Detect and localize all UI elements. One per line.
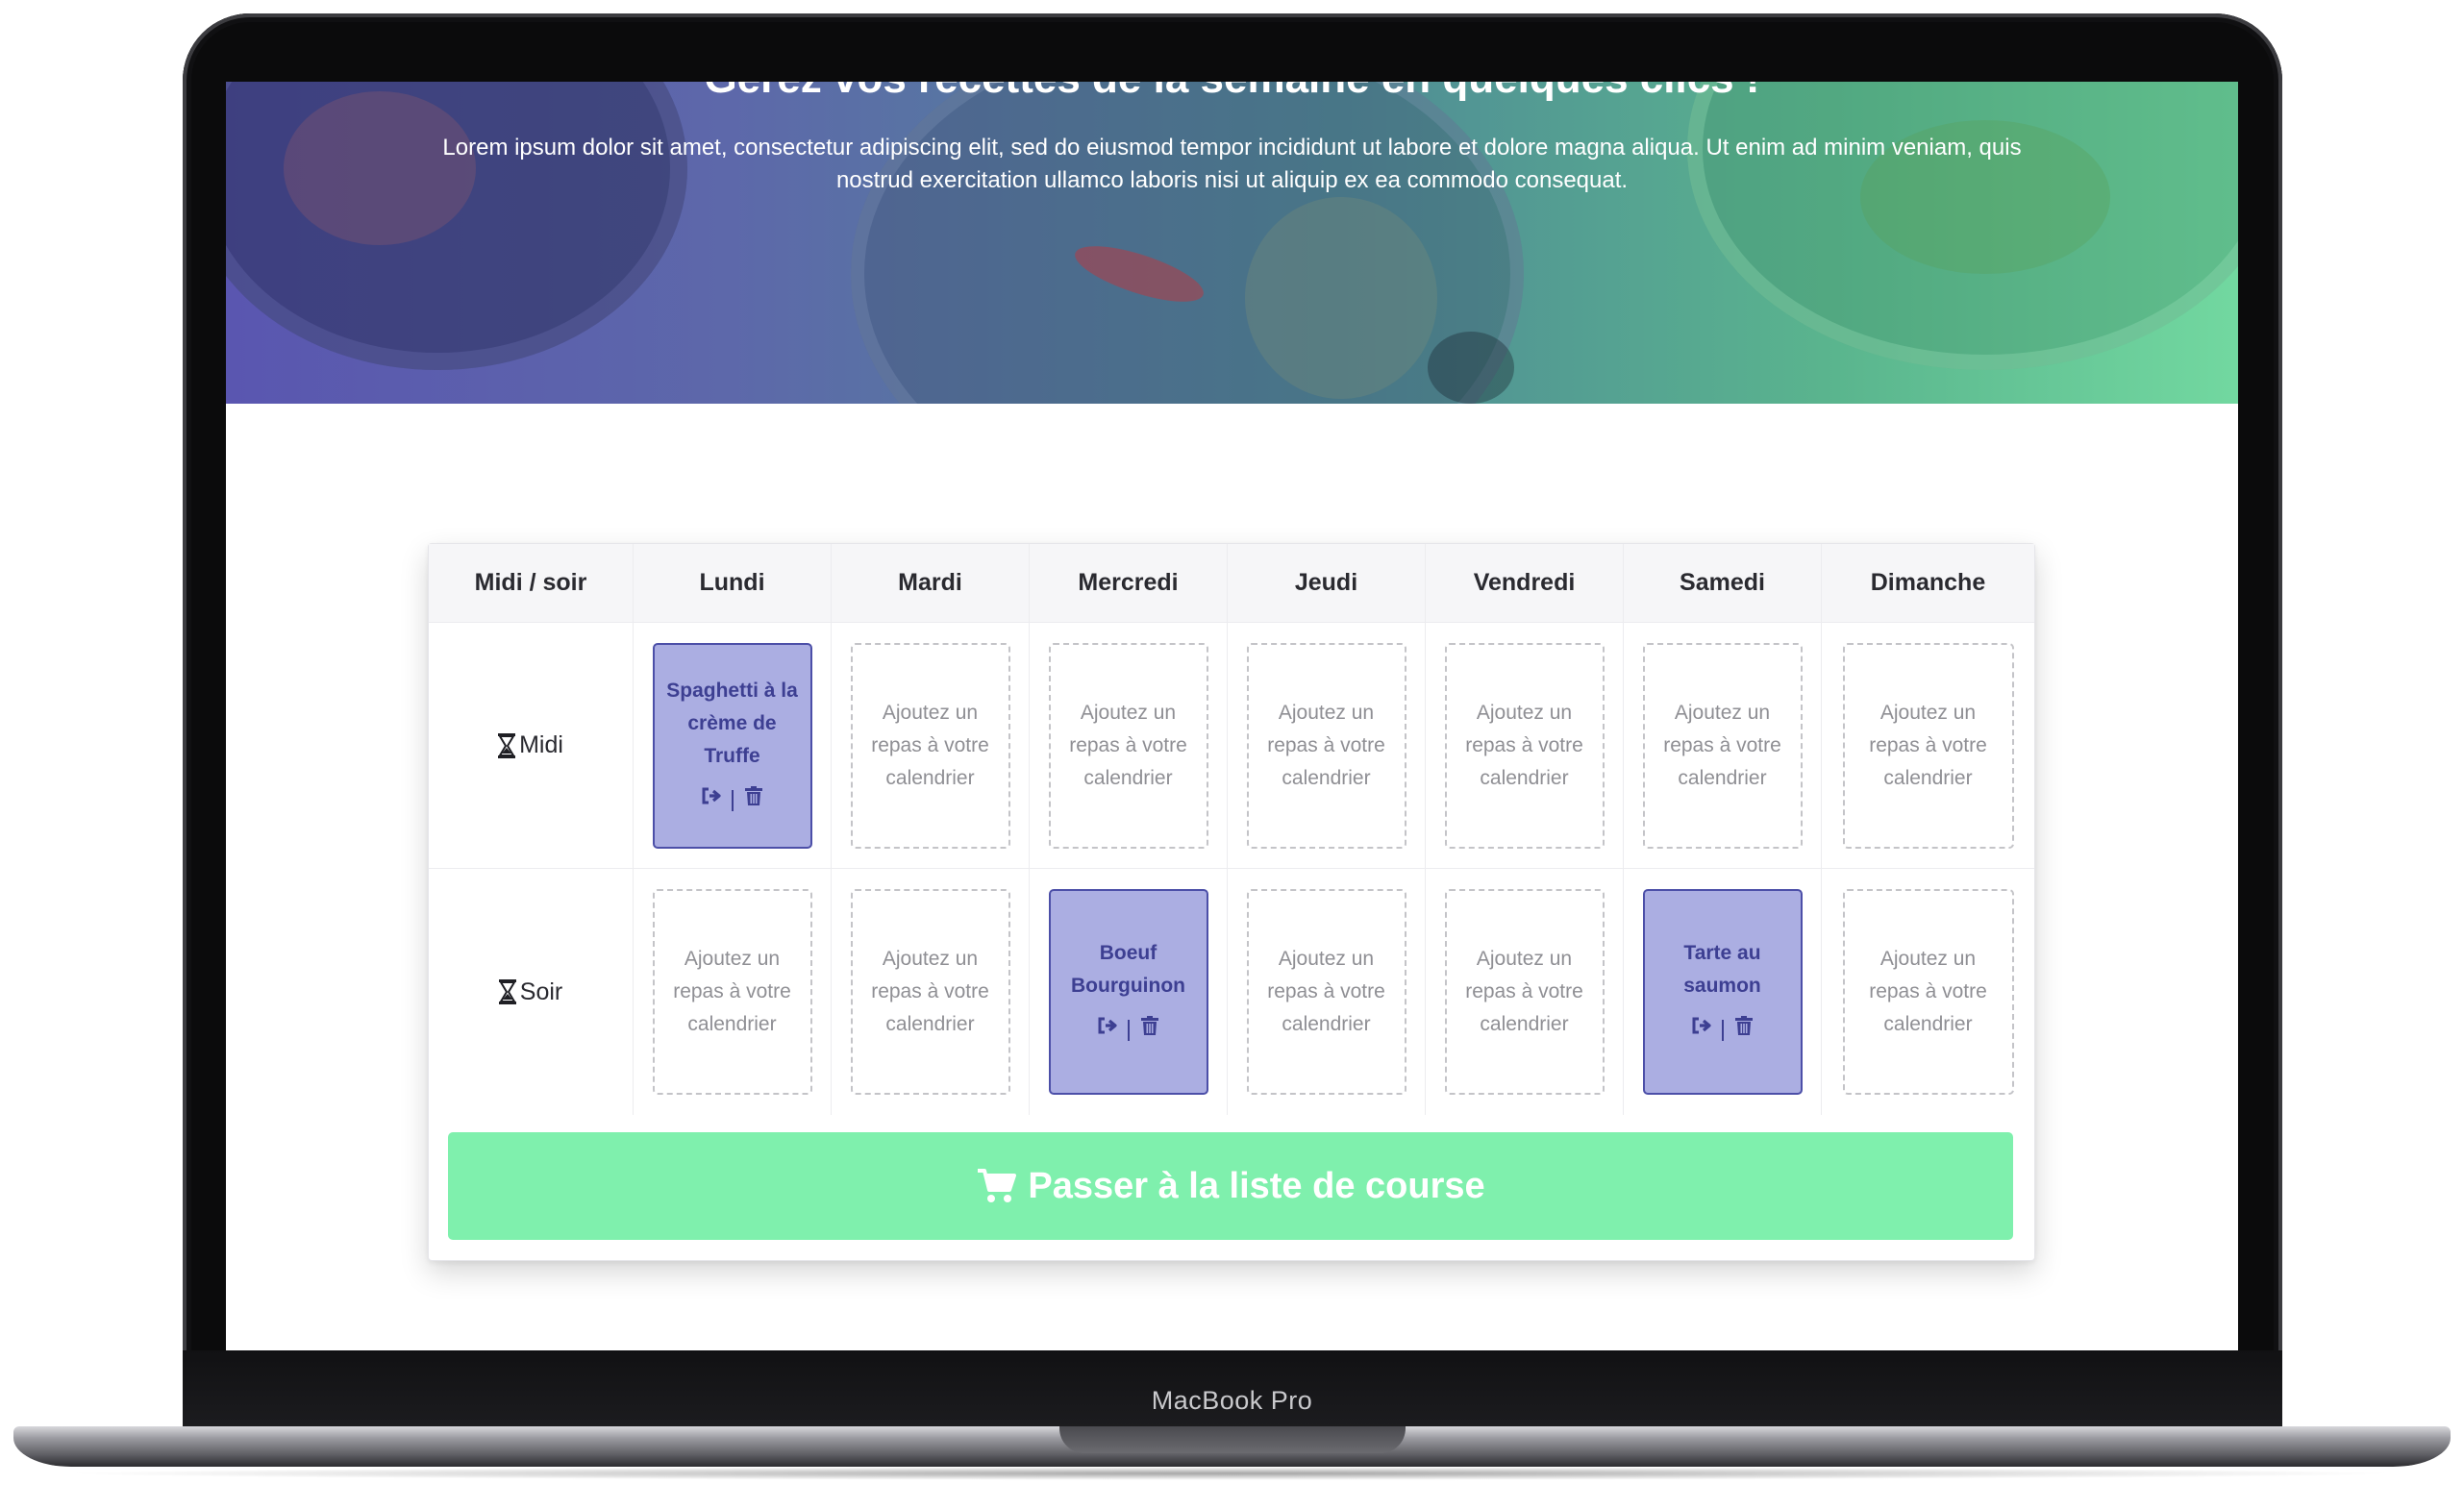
table-header-cell: Jeudi bbox=[1228, 544, 1426, 622]
table-header-cell: Vendredi bbox=[1426, 544, 1624, 622]
shopping-list-button-label: Passer à la liste de course bbox=[1028, 1165, 1485, 1206]
hero-banner: Gérez vos recettes de la semaine en quel… bbox=[226, 82, 2238, 404]
day-cell: Ajoutez un repas à votre calendrier bbox=[1426, 869, 1624, 1115]
empty-meal-slot[interactable]: Ajoutez un repas à votre calendrier bbox=[1642, 642, 1803, 849]
empty-meal-slot[interactable]: Ajoutez un repas à votre calendrier bbox=[1842, 889, 2014, 1095]
trash-icon bbox=[744, 785, 762, 805]
sign-out-icon bbox=[1098, 1017, 1117, 1034]
hero-background-food bbox=[1245, 197, 1437, 399]
table-header-label: Mardi bbox=[898, 569, 962, 596]
day-cell: Ajoutez un repas à votre calendrier bbox=[1030, 623, 1228, 868]
period-label: Midi bbox=[498, 731, 563, 759]
hero-description: Lorem ipsum dolor sit amet, consectetur … bbox=[442, 135, 2022, 193]
table-header-cell: Samedi bbox=[1624, 544, 1822, 622]
period-cell: Soir bbox=[429, 869, 634, 1115]
table-header-label: Mercredi bbox=[1078, 569, 1179, 596]
table-header-label: Samedi bbox=[1680, 569, 1765, 596]
sign-out-icon bbox=[702, 787, 721, 804]
meal-name: Spaghetti à la crème de Truffe bbox=[666, 679, 798, 767]
day-cell: Ajoutez un repas à votre calendrier bbox=[1228, 869, 1426, 1115]
empty-meal-slot[interactable]: Ajoutez un repas à votre calendrier bbox=[850, 642, 1010, 849]
move-meal-button[interactable] bbox=[701, 784, 722, 817]
day-cell: Ajoutez un repas à votre calendrier bbox=[1822, 869, 2034, 1115]
delete-meal-button[interactable] bbox=[1139, 1014, 1160, 1047]
day-cell: Tarte au saumon bbox=[1624, 869, 1822, 1115]
meal-name: Boeuf Bourguinon bbox=[1071, 942, 1185, 997]
laptop-shadow bbox=[58, 1467, 2403, 1480]
meal-name: Tarte au saumon bbox=[1683, 942, 1761, 997]
period-name: Soir bbox=[519, 977, 563, 1005]
trash-icon bbox=[1140, 1016, 1158, 1035]
day-cell: Ajoutez un repas à votre calendrier bbox=[1822, 623, 2034, 868]
empty-meal-slot[interactable]: Ajoutez un repas à votre calendrier bbox=[1246, 889, 1406, 1095]
meal-card[interactable]: Spaghetti à la crème de Truffe bbox=[652, 642, 812, 849]
meal-actions bbox=[701, 784, 764, 817]
empty-meal-slot[interactable]: Ajoutez un repas à votre calendrier bbox=[1444, 642, 1605, 849]
shopping-cart-icon bbox=[978, 1169, 1017, 1202]
table-header-cell: Dimanche bbox=[1822, 544, 2034, 622]
action-separator bbox=[1721, 1020, 1724, 1041]
shopping-list-button[interactable]: Passer à la liste de course bbox=[448, 1132, 2013, 1240]
day-cell: Ajoutez un repas à votre calendrier bbox=[1228, 623, 1426, 868]
day-cell: Ajoutez un repas à votre calendrier bbox=[832, 623, 1030, 868]
empty-meal-slot[interactable]: Ajoutez un repas à votre calendrier bbox=[1048, 642, 1208, 849]
empty-meal-slot[interactable]: Ajoutez un repas à votre calendrier bbox=[1842, 642, 2014, 849]
meal-actions bbox=[1097, 1014, 1160, 1047]
empty-meal-slot[interactable]: Ajoutez un repas à votre calendrier bbox=[1444, 889, 1605, 1095]
table-row-midi: Midi Spaghetti à la crème de Truffe Ajoute… bbox=[429, 623, 2034, 869]
period-label: Soir bbox=[498, 977, 563, 1006]
table-header-label: Vendredi bbox=[1473, 569, 1576, 596]
move-meal-button[interactable] bbox=[1691, 1014, 1712, 1047]
laptop-notch bbox=[1059, 1426, 1406, 1453]
action-separator bbox=[731, 789, 734, 811]
hero-background-food bbox=[1428, 332, 1514, 404]
period-name: Midi bbox=[519, 731, 563, 758]
table-header-row: Midi / soir Lundi Mardi Mercredi Jeudi Vendre… bbox=[429, 544, 2034, 623]
day-cell: Ajoutez un repas à votre calendrier bbox=[1426, 623, 1624, 868]
empty-meal-slot[interactable]: Ajoutez un repas à votre calendrier bbox=[1246, 642, 1406, 849]
hourglass-icon bbox=[498, 979, 516, 1004]
table-header-label: Midi / soir bbox=[474, 569, 587, 596]
meal-card[interactable]: Boeuf Bourguinon bbox=[1048, 889, 1208, 1095]
laptop-screen: Gérez vos recettes de la semaine en quel… bbox=[226, 82, 2238, 1350]
day-cell: Ajoutez un repas à votre calendrier bbox=[1624, 623, 1822, 868]
table-header-label: Jeudi bbox=[1294, 569, 1358, 596]
empty-meal-slot[interactable]: Ajoutez un repas à votre calendrier bbox=[652, 889, 812, 1095]
device-brand-label: MacBook Pro bbox=[1151, 1386, 1313, 1415]
trash-icon bbox=[1734, 1016, 1753, 1035]
day-cell: Spaghetti à la crème de Truffe bbox=[634, 623, 832, 868]
meal-planner-card: Midi / soir Lundi Mardi Mercredi Jeudi Vendre… bbox=[428, 543, 2035, 1261]
table-header-label: Dimanche bbox=[1870, 569, 1986, 596]
meal-actions bbox=[1691, 1014, 1755, 1047]
period-cell: Midi bbox=[429, 623, 634, 868]
sign-out-icon bbox=[1692, 1017, 1711, 1034]
meal-planner-table: Midi / soir Lundi Mardi Mercredi Jeudi Vendre… bbox=[429, 544, 2034, 1115]
table-header-cell: Midi / soir bbox=[429, 544, 634, 622]
hero-background-plate bbox=[851, 82, 1524, 404]
action-separator bbox=[1127, 1020, 1130, 1041]
day-cell: Boeuf Bourguinon bbox=[1030, 869, 1228, 1115]
move-meal-button[interactable] bbox=[1097, 1014, 1118, 1047]
day-cell: Ajoutez un repas à votre calendrier bbox=[634, 869, 832, 1115]
table-header-label: Lundi bbox=[699, 569, 765, 596]
day-cell: Ajoutez un repas à votre calendrier bbox=[832, 869, 1030, 1115]
delete-meal-button[interactable] bbox=[743, 784, 764, 817]
empty-meal-slot[interactable]: Ajoutez un repas à votre calendrier bbox=[850, 889, 1010, 1095]
table-header-cell: Lundi bbox=[634, 544, 832, 622]
hero-title: Gérez vos recettes de la semaine en quel… bbox=[226, 82, 2238, 103]
delete-meal-button[interactable] bbox=[1733, 1014, 1755, 1047]
table-header-cell: Mercredi bbox=[1030, 544, 1228, 622]
hourglass-icon bbox=[498, 732, 516, 758]
table-row-soir: Soir Ajoutez un repas à votre calendrier A… bbox=[429, 869, 2034, 1115]
table-header-cell: Mardi bbox=[832, 544, 1030, 622]
meal-card[interactable]: Tarte au saumon bbox=[1642, 889, 1803, 1095]
